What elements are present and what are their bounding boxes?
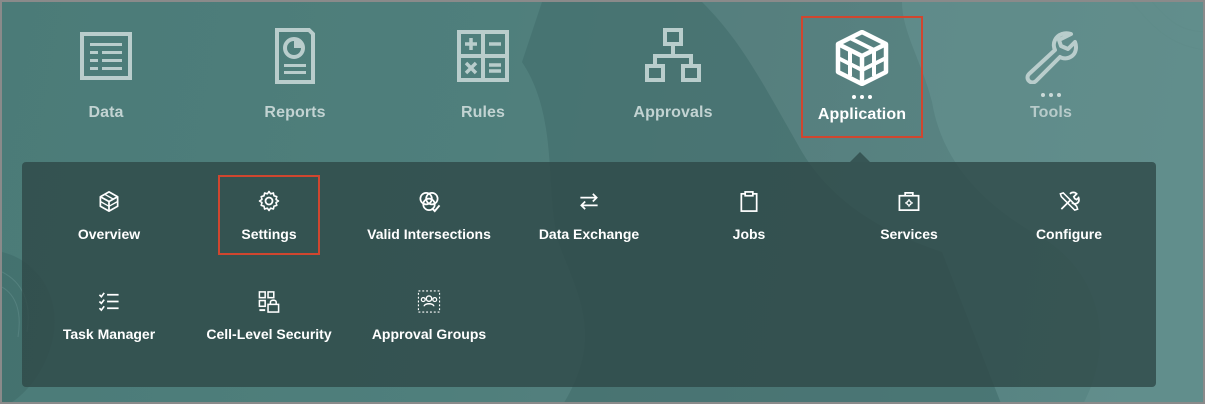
checklist-icon [98, 292, 119, 312]
nav-tile-rules[interactable]: Rules [423, 16, 543, 138]
submenu-item-jobs[interactable]: Jobs [669, 162, 829, 242]
submenu-item-label: Configure [1035, 226, 1103, 242]
submenu-item-approval-groups[interactable]: Approval Groups [349, 262, 509, 342]
nav-tile-tools[interactable]: Tools [991, 16, 1111, 138]
submenu-item-valid-intersections[interactable]: Valid Intersections [349, 162, 509, 242]
submenu-item-label: Valid Intersections [367, 226, 491, 242]
gear-icon [258, 190, 280, 212]
cube-icon [99, 191, 119, 212]
nav-tile-label: Approvals [633, 104, 713, 121]
group-users-icon [417, 290, 441, 313]
submenu-item-label: Jobs [732, 226, 766, 242]
submenu-item-settings[interactable]: Settings [218, 175, 320, 255]
calculator-icon [457, 30, 509, 82]
submenu-item-data-exchange[interactable]: Data Exchange [509, 162, 669, 242]
report-document-icon [275, 28, 315, 84]
nav-tile-label: Tools [1030, 104, 1072, 121]
submenu-item-label: Settings [241, 226, 297, 242]
submenu-pointer [850, 152, 870, 162]
nav-tile-label: Data [88, 104, 124, 121]
clipboard-icon [740, 191, 758, 212]
nav-tile-label: Rules [460, 104, 506, 121]
submenu-item-label: Data Exchange [538, 226, 640, 242]
navigator-window: Data Reports Rules Approvals Application… [0, 0, 1205, 404]
submenu-item-overview[interactable]: Overview [29, 162, 189, 242]
exchange-arrows-icon [580, 193, 598, 210]
tools-crossed-icon [1059, 191, 1080, 212]
submenu-item-label: Services [880, 226, 938, 242]
submenu-item-task-manager[interactable]: Task Manager [29, 262, 189, 342]
submenu-item-label: Approval Groups [371, 326, 487, 342]
nav-tile-reports[interactable]: Reports [235, 16, 355, 138]
submenu-item-cell-level-security[interactable]: Cell-Level Security [189, 262, 349, 342]
nav-tile-label: Application [817, 106, 907, 123]
wrench-icon [1025, 31, 1078, 84]
more-dots-icon [852, 92, 872, 102]
cell-lock-icon [258, 291, 280, 313]
submenu-item-label: Cell-Level Security [206, 326, 332, 342]
data-table-icon [80, 32, 132, 80]
nav-tile-data[interactable]: Data [46, 16, 166, 138]
nav-tile-label: Reports [264, 104, 326, 121]
submenu-item-services[interactable]: Services [829, 162, 989, 242]
application-submenu-panel: Overview Settings Valid Intersections Da… [22, 162, 1156, 387]
hierarchy-icon [645, 28, 701, 82]
nav-tile-application[interactable]: Application [801, 16, 923, 138]
more-dots-icon [1041, 90, 1061, 100]
nav-tile-approvals[interactable]: Approvals [613, 16, 733, 138]
submenu-item-configure[interactable]: Configure [989, 162, 1149, 242]
submenu-item-label: Task Manager [62, 326, 156, 342]
application-cube-icon [835, 30, 889, 86]
service-kit-icon [898, 192, 920, 211]
intersect-circles-icon [419, 192, 441, 213]
top-navigation: Data Reports Rules Approvals Application… [2, 2, 1203, 152]
submenu-item-label: Overview [77, 226, 141, 242]
